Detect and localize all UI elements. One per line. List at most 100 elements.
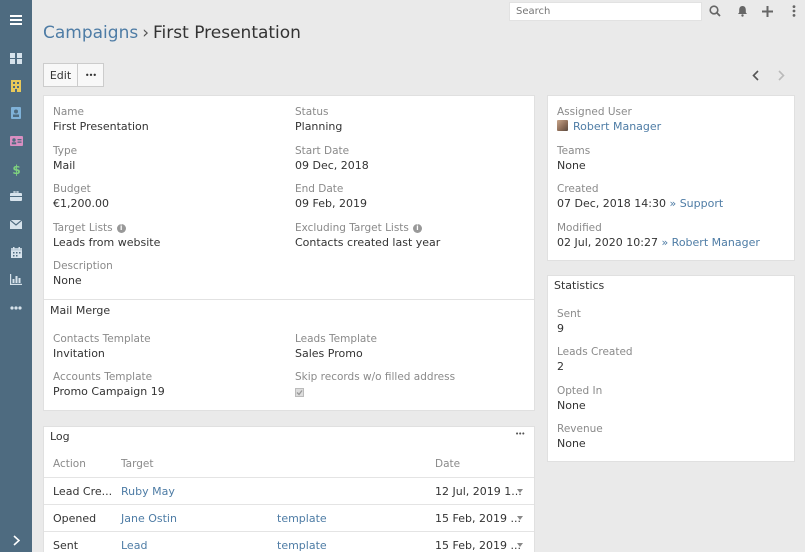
log-action: Lead Cre... — [53, 485, 113, 498]
info-icon[interactable]: i — [412, 223, 422, 233]
statistics-title: Statistics — [554, 279, 605, 292]
table-row: Opened Jane Ostin template 15 Feb, 2019 … — [44, 504, 534, 531]
table-row: Lead Cre... Ruby May 12 Jul, 2019 1... — [44, 477, 534, 504]
field-revenue-label: Revenue — [557, 423, 603, 435]
field-contacts-template: Contacts Template Invitation — [53, 332, 151, 362]
search-input[interactable] — [509, 2, 702, 21]
field-created-label: Created — [557, 183, 599, 195]
field-modified: Modified 02 Jul, 2020 10:27 » Robert Man… — [557, 221, 760, 251]
reports-icon — [10, 273, 22, 285]
log-extra[interactable]: template — [277, 512, 327, 525]
row-dropdown-icon[interactable] — [517, 543, 523, 547]
field-opted-in-value: None — [557, 399, 586, 412]
quick-create-button[interactable] — [759, 3, 775, 19]
chevron-right-icon — [777, 69, 785, 81]
vertical-dots-icon — [792, 5, 796, 17]
field-modified-by[interactable]: » Robert Manager — [661, 236, 759, 249]
sidebar-item-contacts[interactable] — [0, 100, 32, 126]
field-target-lists: Target Lists i Leads from website — [53, 221, 160, 251]
mail-merge-title: Mail Merge — [50, 304, 111, 317]
menu-toggle-button[interactable] — [0, 7, 32, 33]
sidebar-item-opportunities[interactable]: $ — [0, 156, 32, 182]
log-menu-button[interactable]: ••• — [515, 430, 525, 438]
field-status: Status Planning — [295, 105, 342, 135]
page-title: Campaigns › First Presentation — [43, 23, 301, 43]
notifications-button[interactable] — [734, 3, 750, 19]
field-leads-template-label: Leads Template — [295, 333, 377, 345]
field-created: Created 07 Dec, 2018 14:30 » Support — [557, 182, 723, 212]
breadcrumb-separator: › — [142, 23, 150, 43]
email-icon — [10, 219, 22, 229]
next-record-button[interactable] — [773, 67, 789, 83]
collapse-icon — [12, 534, 20, 546]
field-revenue-value: None — [557, 437, 586, 450]
accounts-icon — [11, 80, 21, 92]
search-icon — [709, 5, 721, 17]
field-leads-created-label: Leads Created — [557, 346, 633, 358]
field-contacts-template-value[interactable]: Invitation — [53, 346, 151, 362]
field-accounts-template-value[interactable]: Promo Campaign 19 — [53, 384, 165, 400]
field-type-label: Type — [53, 145, 78, 157]
field-opted-in: Opted In None — [557, 384, 602, 414]
field-excluding-target-lists-label-text: Excluding Target Lists — [295, 222, 409, 234]
log-action: Opened — [53, 512, 97, 525]
field-status-value: Planning — [295, 120, 343, 133]
field-sent-label: Sent — [557, 308, 581, 320]
sidebar-item-calendar[interactable] — [0, 239, 32, 265]
svg-text:$: $ — [12, 163, 20, 176]
field-excluding-target-lists-label: Excluding Target Lists i — [295, 221, 440, 235]
opportunities-icon: $ — [12, 163, 20, 176]
row-dropdown-icon[interactable] — [517, 489, 523, 493]
field-target-lists-value[interactable]: Leads from website — [53, 235, 160, 251]
menu-button[interactable] — [786, 3, 802, 19]
field-created-by[interactable]: » Support — [669, 197, 723, 210]
field-revenue: Revenue None — [557, 422, 603, 452]
sidebar-collapse-button[interactable] — [0, 527, 32, 552]
field-name-value: First Presentation — [53, 120, 149, 133]
field-start-date-label: Start Date — [295, 145, 350, 157]
bell-icon — [737, 6, 747, 17]
row-dropdown-icon[interactable] — [517, 516, 523, 520]
log-date: 15 Feb, 2019 ... — [435, 512, 521, 525]
sidebar-item-reports[interactable] — [0, 266, 32, 292]
log-column-action[interactable]: Action — [53, 458, 86, 470]
sidebar-item-cases[interactable] — [0, 183, 32, 209]
log-title: Log — [50, 430, 70, 443]
log-target[interactable]: Ruby May — [121, 485, 175, 498]
field-target-lists-label: Target Lists i — [53, 221, 160, 235]
field-teams-label: Teams — [557, 145, 591, 157]
dashboard-icon — [10, 52, 22, 64]
breadcrumb-campaigns[interactable]: Campaigns — [43, 23, 138, 43]
log-column-target[interactable]: Target — [121, 458, 153, 470]
contacts-icon — [11, 107, 21, 119]
log-date: 12 Jul, 2019 1... — [435, 485, 522, 498]
field-type: Type Mail — [53, 144, 77, 174]
field-assigned-user-value[interactable]: Robert Manager — [573, 120, 661, 133]
log-column-date[interactable]: Date — [435, 458, 460, 470]
search-button[interactable] — [707, 3, 723, 19]
skip-records-checkbox — [295, 388, 304, 397]
field-leads-created: Leads Created 2 — [557, 345, 633, 375]
previous-record-button[interactable] — [747, 67, 763, 83]
log-extra[interactable]: template — [277, 539, 327, 552]
field-leads-template-value[interactable]: Sales Promo — [295, 346, 377, 362]
edit-button[interactable]: Edit — [43, 63, 78, 87]
sidebar-item-accounts[interactable] — [0, 73, 32, 99]
field-modified-label: Modified — [557, 222, 602, 234]
sidebar-item-more[interactable] — [0, 295, 32, 321]
sidebar: $ — [0, 0, 32, 552]
menu-icon — [10, 15, 22, 25]
field-end-date-value: 09 Feb, 2019 — [295, 197, 367, 210]
log-target[interactable]: Jane Ostin — [121, 512, 177, 525]
log-target[interactable]: Lead — [121, 539, 147, 552]
sidebar-item-email[interactable] — [0, 211, 32, 237]
field-excluding-target-lists-value[interactable]: Contacts created last year — [295, 235, 440, 251]
field-leads-created-value: 2 — [557, 360, 564, 373]
field-start-date-value: 09 Dec, 2018 — [295, 159, 369, 172]
avatar — [557, 120, 568, 131]
info-icon[interactable]: i — [116, 223, 126, 233]
sidebar-item-dashboard[interactable] — [0, 45, 32, 71]
sidebar-item-leads[interactable] — [0, 128, 32, 154]
cases-icon — [10, 191, 22, 201]
more-actions-button[interactable]: ••• — [77, 63, 104, 87]
